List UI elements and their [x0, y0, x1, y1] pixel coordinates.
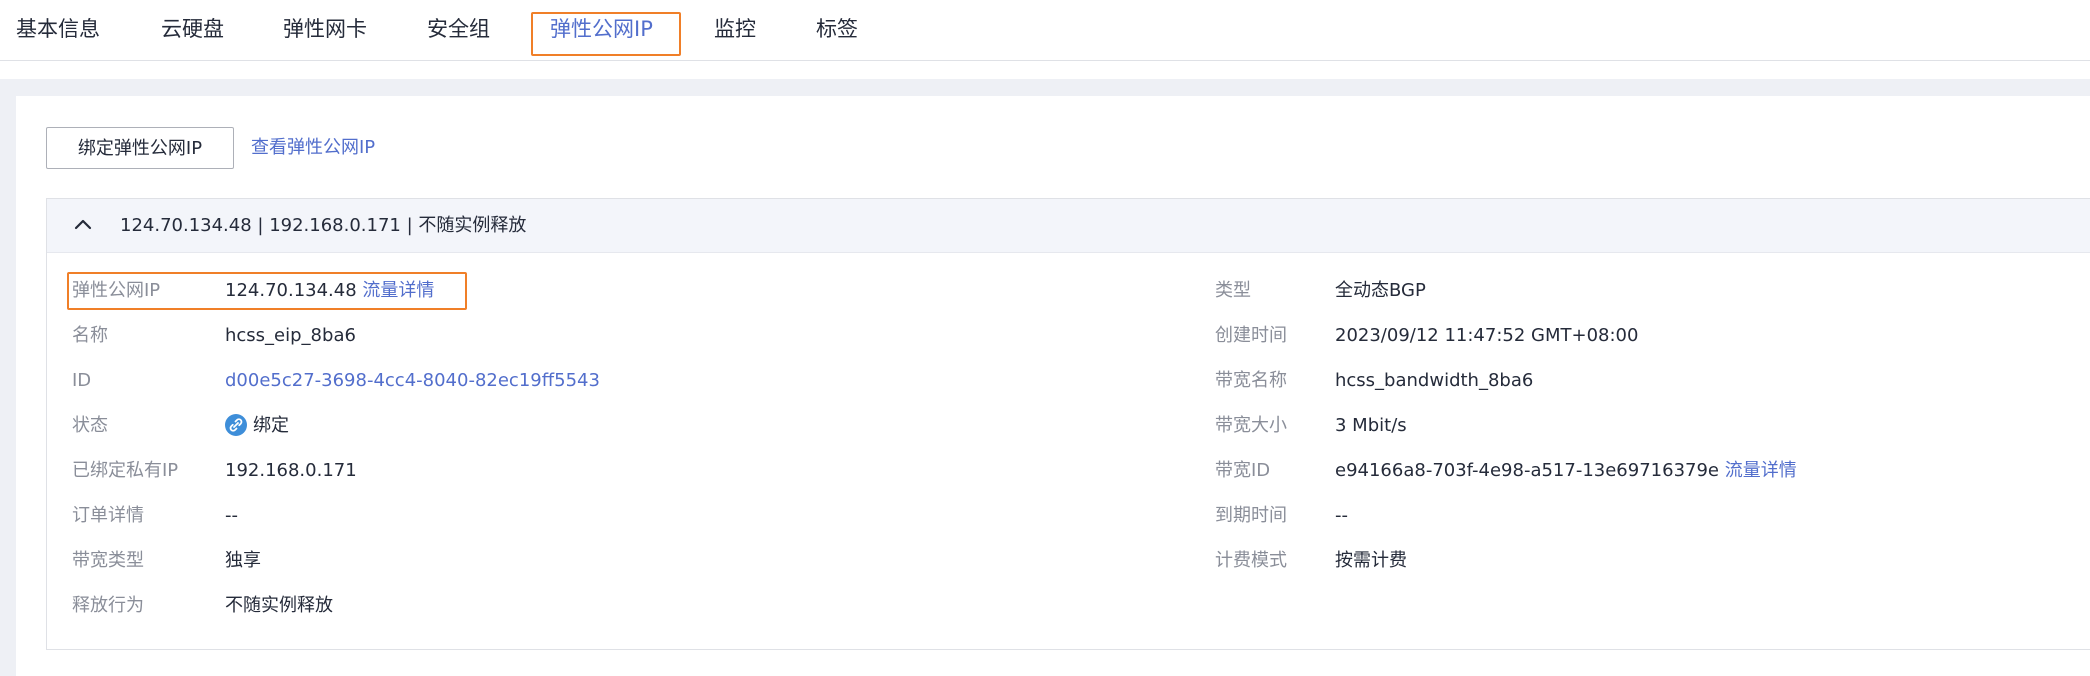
release-behavior: 不随实例释放	[225, 595, 333, 616]
eip-highlight-box	[67, 272, 467, 310]
eip-type: 全动态BGP	[1335, 280, 1426, 301]
eip-card-title: 124.70.134.48 | 192.168.0.171 | 不随实例释放	[120, 215, 527, 236]
created-time: 2023/09/12 11:47:52 GMT+08:00	[1335, 325, 1639, 346]
field-label: 计费模式	[1215, 550, 1287, 571]
bandwidth-id-row: e94166a8-703f-4e98-a517-13e69716379e 流量详…	[1335, 456, 1797, 486]
field-label: 创建时间	[1215, 325, 1287, 346]
tab-highlight-box	[531, 12, 681, 56]
field-label: 带宽类型	[72, 550, 144, 571]
eip-status: 绑定	[225, 411, 289, 441]
bound-status-icon	[225, 414, 247, 436]
bind-eip-button[interactable]: 绑定弹性公网IP	[46, 127, 234, 169]
eip-id-link[interactable]: d00e5c27-3698-4cc4-8040-82ec19ff5543	[225, 366, 600, 396]
bandwidth-name: hcss_bandwidth_8ba6	[1335, 370, 1534, 391]
eip-card-header[interactable]: 124.70.134.48 | 192.168.0.171 | 不随实例释放	[47, 199, 2090, 253]
field-label: 类型	[1215, 280, 1251, 301]
expire-time: --	[1335, 505, 1348, 526]
tab-basic-info[interactable]: 基本信息	[16, 14, 100, 44]
field-label: 名称	[72, 325, 108, 346]
field-label: 带宽ID	[1215, 460, 1271, 481]
field-label: 状态	[72, 415, 108, 436]
tab-cloud-disk[interactable]: 云硬盘	[161, 14, 224, 44]
eip-name: hcss_eip_8ba6	[225, 325, 356, 346]
tab-monitor[interactable]: 监控	[714, 14, 756, 44]
tab-tags[interactable]: 标签	[816, 14, 858, 44]
tab-security-group[interactable]: 安全组	[427, 14, 490, 44]
bound-private-ip: 192.168.0.171	[225, 460, 357, 481]
tab-elastic-nic[interactable]: 弹性网卡	[283, 14, 367, 44]
status-text: 绑定	[253, 415, 289, 436]
field-label: 带宽名称	[1215, 370, 1287, 391]
bandwidth-type: 独享	[225, 550, 261, 571]
billing-mode: 按需计费	[1335, 550, 1407, 571]
field-label: 释放行为	[72, 595, 144, 616]
field-label: 订单详情	[72, 505, 144, 526]
bandwidth-size: 3 Mbit/s	[1335, 415, 1407, 436]
field-label: ID	[72, 370, 92, 391]
tab-bar: 基本信息 云硬盘 弹性网卡 安全组 弹性公网IP 监控 标签	[0, 0, 2090, 61]
eip-card: 124.70.134.48 | 192.168.0.171 | 不随实例释放	[46, 198, 2090, 650]
field-label: 到期时间	[1215, 505, 1287, 526]
field-label: 带宽大小	[1215, 415, 1287, 436]
bandwidth-traffic-detail-link[interactable]: 流量详情	[1725, 460, 1797, 481]
field-label: 已绑定私有IP	[72, 460, 179, 481]
view-eip-link[interactable]: 查看弹性公网IP	[251, 134, 375, 162]
chevron-up-icon[interactable]	[71, 213, 95, 237]
order-detail: --	[225, 505, 238, 526]
bandwidth-id: e94166a8-703f-4e98-a517-13e69716379e	[1335, 460, 1719, 481]
